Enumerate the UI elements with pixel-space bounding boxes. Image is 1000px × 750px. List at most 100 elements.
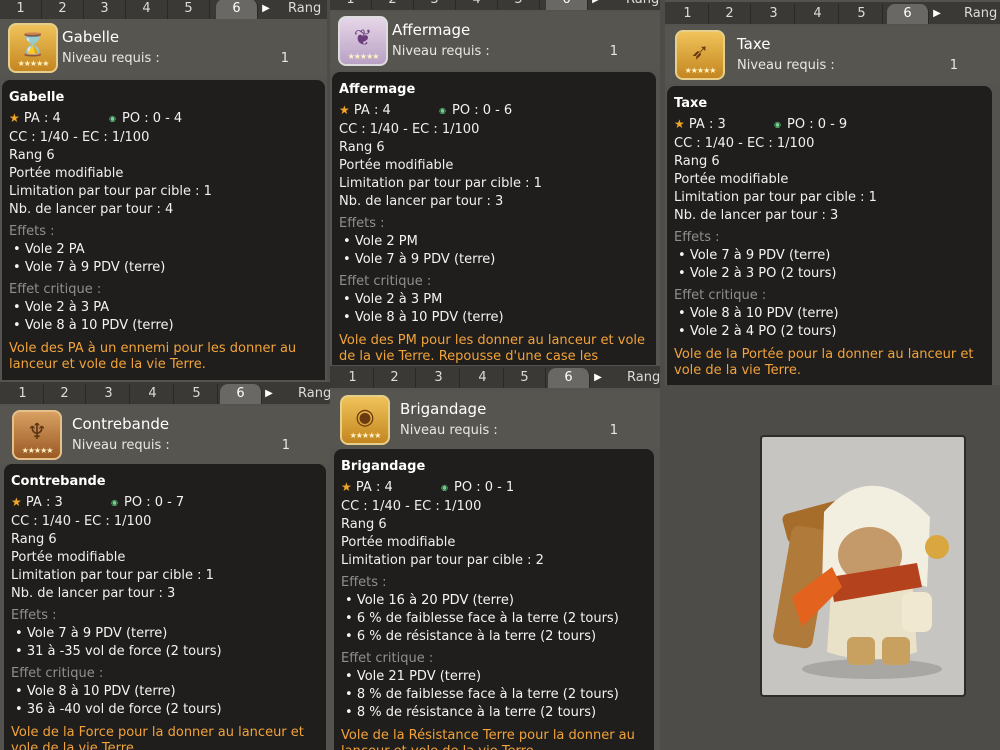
pa-po-row: ★ PA : 4 ◉ PO : 0 - 6 — [339, 103, 649, 121]
stat-line: Limitation par tour par cible : 1 — [11, 568, 214, 583]
level-value: 1 — [609, 44, 618, 59]
spell-title: Contrebande — [72, 415, 170, 433]
tab-rank-4[interactable]: 4 — [462, 368, 504, 388]
rank-tabs: 1 2 3 4 5 6 ▶ Rang — [0, 382, 330, 404]
next-arrow-icon[interactable]: ▶ — [589, 0, 603, 10]
effect-item: • Vole 16 à 20 PDV (terre) — [345, 593, 514, 608]
stat-line: Rang 6 — [341, 517, 387, 532]
tab-rank-4[interactable]: 4 — [132, 384, 174, 404]
star-icon: ★ — [339, 103, 350, 117]
stat-line: Portée modifiable — [9, 166, 124, 181]
stat-line: Limitation par tour par cible : 1 — [674, 190, 877, 205]
critical-heading: Effet critique : — [341, 651, 434, 666]
tab-rank-3[interactable]: 3 — [753, 4, 795, 24]
next-arrow-icon[interactable]: ▶ — [930, 4, 944, 24]
tab-rank-1[interactable]: 1 — [330, 0, 372, 10]
spell-description: Vole des PA à un ennemi pour les donner … — [9, 341, 297, 372]
feather-icon: ❦ ★★★★★ — [338, 16, 388, 66]
stat-line: Rang 6 — [339, 140, 385, 155]
spell-description: Vole de la Portée pour la donner au lanc… — [674, 347, 974, 378]
tab-rank-1[interactable]: 1 — [667, 4, 709, 24]
effects-heading: Effets : — [674, 230, 720, 245]
tab-rank-6[interactable]: 6 — [216, 0, 258, 19]
stat-line: Nb. de lancer par tour : 3 — [674, 208, 839, 223]
tab-rank-6[interactable]: 6 — [546, 0, 588, 10]
tab-rank-3[interactable]: 3 — [88, 384, 130, 404]
star-icon: ★ — [11, 495, 22, 509]
tab-rank-4[interactable]: 4 — [126, 0, 168, 19]
spell-details: Taxe ★ PA : 3 ◉ PO : 0 - 9 CC : 1/40 - EC … — [667, 86, 992, 385]
spell-panel-affermage: 1 2 3 4 5 6 ▶ Rang ❦★★★★★ Affermage Nive… — [330, 0, 660, 368]
effect-item: • Vole 2 PM — [343, 234, 418, 249]
stat-line: CC : 1/40 - EC : 1/100 — [9, 130, 150, 145]
stat-line: Portée modifiable — [341, 535, 456, 550]
tab-rank-2[interactable]: 2 — [709, 4, 751, 24]
effect-item: • 6 % de résistance à la terre (2 tours) — [345, 629, 597, 644]
tab-rank-3[interactable]: 3 — [84, 0, 126, 19]
star-icon: ★ — [9, 111, 20, 125]
spell-description: Vole de la Force pour la donner au lance… — [11, 725, 304, 750]
next-arrow-icon[interactable]: ▶ — [262, 384, 276, 404]
effect-item: • Vole 7 à 9 PDV (terre) — [13, 260, 166, 275]
po-value: PO : 0 - 7 — [123, 495, 185, 510]
rang-label: Rang — [626, 0, 659, 10]
claw-icon: ♆ ★★★★★ — [12, 410, 62, 460]
range-icon: ◉ — [774, 120, 781, 129]
character-illustration — [760, 435, 966, 697]
tab-rank-3[interactable]: 3 — [414, 0, 456, 10]
rang-label: Rang — [964, 6, 998, 21]
tab-rank-5[interactable]: 5 — [498, 0, 540, 10]
stat-line: Limitation par tour par cible : 1 — [339, 176, 542, 191]
star-icon: ★ — [674, 117, 685, 131]
tab-rank-1[interactable]: 1 — [0, 0, 42, 19]
tab-rank-2[interactable]: 2 — [42, 0, 84, 19]
pa-value: PA : 3 — [688, 117, 726, 132]
spell-header: ❦ ★★★★★ Affermage Niveau requis : 1 — [330, 12, 660, 70]
tab-rank-2[interactable]: 2 — [374, 368, 416, 388]
arrow-icon: ➶ ★★★★★ — [675, 30, 725, 80]
spell-description: Vole des PM pour les donner au lanceur e… — [339, 333, 646, 368]
critical-item: • Vole 21 PDV (terre) — [345, 669, 482, 684]
spell-panel-taxe: 1 2 3 4 5 6 ▶ Rang ➶ ★★★★★ Taxe Niveau re… — [665, 0, 1000, 385]
critical-heading: Effet critique : — [674, 288, 767, 303]
level-label: Niveau requis : — [400, 423, 498, 438]
spell-panel-gabelle: 1 2 3 4 5 6 ▶ Rang ⌛ ★★★★★ Gabelle Niveau… — [0, 0, 327, 380]
spell-header: ⌛ ★★★★★ Gabelle Niveau requis : 1 — [0, 19, 327, 77]
critical-heading: Effet critique : — [11, 666, 104, 681]
tab-rank-5[interactable]: 5 — [176, 384, 218, 404]
stat-line: Nb. de lancer par tour : 3 — [339, 194, 504, 209]
rank-tabs: 1 2 3 4 5 6 ▶ Rang — [0, 0, 327, 19]
rank-tabs: 1 2 3 4 5 6 ▶ Rang — [330, 0, 660, 10]
next-arrow-icon[interactable]: ▶ — [591, 368, 605, 388]
tab-rank-1[interactable]: 1 — [332, 368, 374, 388]
tab-rank-6[interactable]: 6 — [548, 368, 590, 388]
next-arrow-icon[interactable]: ▶ — [259, 0, 273, 19]
pa-value: PA : 4 — [23, 111, 61, 126]
po-value: PO : 0 - 6 — [451, 103, 513, 118]
tab-rank-6[interactable]: 6 — [887, 4, 929, 24]
tab-rank-1[interactable]: 1 — [2, 384, 44, 404]
tab-rank-3[interactable]: 3 — [418, 368, 460, 388]
tab-rank-5[interactable]: 5 — [504, 368, 546, 388]
po-value: PO : 0 - 1 — [453, 480, 515, 495]
tab-rank-6[interactable]: 6 — [220, 384, 262, 404]
tab-rank-2[interactable]: 2 — [44, 384, 86, 404]
critical-heading: Effet critique : — [9, 282, 102, 297]
level-value: 1 — [281, 438, 290, 453]
spell-details: Contrebande ★ PA : 3 ◉ PO : 0 - 7 CC : 1/4… — [4, 464, 326, 750]
critical-item: • Vole 8 à 10 PDV (terre) — [343, 310, 504, 325]
tab-rank-2[interactable]: 2 — [372, 0, 414, 10]
level-label: Niveau requis : — [62, 51, 160, 66]
stat-line: Limitation par tour par cible : 1 — [9, 184, 212, 199]
tab-rank-5[interactable]: 5 — [841, 4, 883, 24]
critical-item: • Vole 8 à 10 PDV (terre) — [678, 306, 839, 321]
tab-rank-5[interactable]: 5 — [168, 0, 210, 19]
tab-rank-4[interactable]: 4 — [456, 0, 498, 10]
tab-rank-4[interactable]: 4 — [797, 4, 839, 24]
stat-line: Portée modifiable — [674, 172, 789, 187]
spell-name: Contrebande — [11, 474, 106, 489]
effect-item: • Vole 7 à 9 PDV (terre) — [678, 248, 831, 263]
rang-label: Rang — [627, 370, 660, 385]
pa-value: PA : 4 — [353, 103, 391, 118]
critical-item: • 8 % de résistance à la terre (2 tours) — [345, 705, 597, 720]
